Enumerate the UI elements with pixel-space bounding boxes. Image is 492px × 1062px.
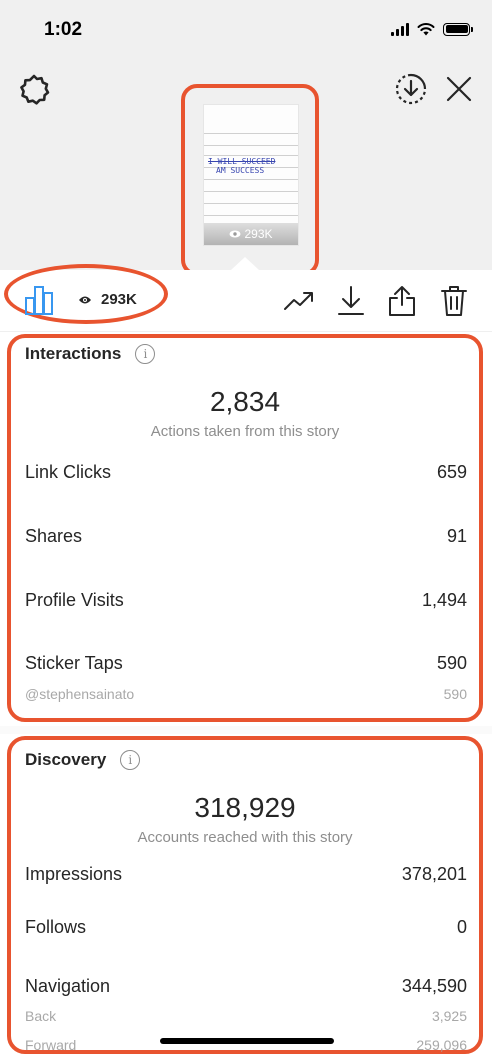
metric-label: Profile Visits bbox=[25, 590, 124, 610]
metric-label: Navigation bbox=[25, 976, 111, 996]
thumbnail-text-line-2: AM SUCCESS bbox=[216, 166, 265, 175]
metric-row-impressions[interactable]: Impressions 378,201 bbox=[25, 864, 467, 885]
navigation-value: 259,096 bbox=[416, 1037, 467, 1053]
thumbnail-views-count: 293K bbox=[244, 227, 273, 241]
sticker-value: 590 bbox=[443, 686, 467, 702]
discovery-caption: Accounts reached with this story bbox=[137, 829, 353, 846]
metric-value: 344,590 bbox=[401, 976, 467, 996]
metric-label: Shares bbox=[25, 526, 83, 546]
status-bar: 1:02 bbox=[0, 0, 492, 60]
download-icon[interactable] bbox=[335, 285, 367, 317]
metric-row-sticker-taps[interactable]: Sticker Taps 590 bbox=[25, 653, 467, 674]
metric-label: Follows bbox=[25, 917, 87, 937]
status-time: 1:02 bbox=[44, 19, 83, 40]
info-icon[interactable]: i bbox=[135, 344, 156, 364]
metric-value: 659 bbox=[436, 462, 467, 482]
gear-icon[interactable] bbox=[16, 72, 52, 108]
metric-row-link-clicks[interactable]: Link Clicks 659 bbox=[25, 462, 467, 483]
section-divider bbox=[0, 726, 492, 734]
thumbnail-text-line-1: I WILL SUCCEED bbox=[208, 157, 276, 166]
interactions-total: 2,834 bbox=[209, 386, 281, 417]
trend-icon[interactable] bbox=[283, 285, 315, 317]
interactions-caption: Actions taken from this story bbox=[150, 423, 340, 440]
signal-icon bbox=[391, 22, 409, 36]
story-thumbnail-highlight[interactable]: I WILL SUCCEED AM SUCCESS 293K bbox=[181, 84, 319, 276]
metric-value: 0 bbox=[456, 917, 467, 937]
home-indicator[interactable] bbox=[160, 1038, 334, 1044]
navigation-value: 3,925 bbox=[431, 1008, 467, 1024]
story-header: I WILL SUCCEED AM SUCCESS 293K bbox=[0, 60, 492, 276]
eye-icon bbox=[229, 230, 241, 238]
bar-chart-icon[interactable] bbox=[24, 284, 56, 316]
sticker-label: @stephensainato bbox=[25, 686, 135, 702]
metric-row-follows[interactable]: Follows 0 bbox=[25, 917, 467, 938]
interactions-card: Interactions i 2,834 Actions taken from … bbox=[7, 334, 483, 722]
metric-row-profile-visits[interactable]: Profile Visits 1,494 bbox=[25, 590, 467, 611]
story-thumbnail[interactable]: I WILL SUCCEED AM SUCCESS 293K bbox=[203, 104, 299, 246]
metric-label: Sticker Taps bbox=[25, 653, 123, 673]
navigation-row-back[interactable]: Back 3,925 bbox=[25, 1008, 467, 1024]
views-value: 293K bbox=[101, 291, 137, 308]
interactions-title-text: Interactions bbox=[25, 344, 122, 363]
trash-icon[interactable] bbox=[438, 285, 470, 317]
share-icon[interactable] bbox=[386, 285, 418, 317]
status-icons bbox=[391, 22, 473, 36]
metric-label: Link Clicks bbox=[25, 462, 112, 482]
discovery-title: Discovery i bbox=[25, 750, 141, 770]
info-icon[interactable]: i bbox=[120, 750, 141, 770]
discovery-card: Discovery i 318,929 Accounts reached wit… bbox=[7, 736, 483, 1054]
thumbnail-text: I WILL SUCCEED AM SUCCESS bbox=[208, 157, 275, 175]
metric-value: 1,494 bbox=[421, 590, 467, 610]
battery-icon bbox=[443, 22, 473, 36]
metric-row-shares[interactable]: Shares 91 bbox=[25, 526, 467, 547]
thumbnail-views: 293K bbox=[204, 223, 298, 245]
story-toolbar: 293K bbox=[0, 264, 492, 332]
metric-value: 378,201 bbox=[401, 864, 467, 884]
discovery-total: 318,929 bbox=[194, 792, 296, 823]
navigation-label: Forward bbox=[25, 1037, 77, 1053]
thumbnail-pointer bbox=[231, 257, 259, 270]
download-circle-icon[interactable] bbox=[392, 70, 430, 108]
discovery-title-text: Discovery bbox=[25, 750, 107, 769]
metric-label: Impressions bbox=[25, 864, 123, 884]
eye-icon bbox=[79, 296, 91, 303]
interactions-title: Interactions i bbox=[25, 344, 156, 364]
sticker-row-mention[interactable]: @stephensainato 590 bbox=[25, 686, 467, 702]
close-icon[interactable] bbox=[442, 72, 476, 106]
metric-row-navigation[interactable]: Navigation 344,590 bbox=[25, 976, 467, 997]
navigation-label: Back bbox=[25, 1008, 57, 1024]
metric-value: 590 bbox=[436, 653, 467, 673]
metric-value: 91 bbox=[446, 526, 467, 546]
wifi-icon bbox=[417, 23, 435, 36]
views-count: 293K bbox=[78, 291, 137, 308]
